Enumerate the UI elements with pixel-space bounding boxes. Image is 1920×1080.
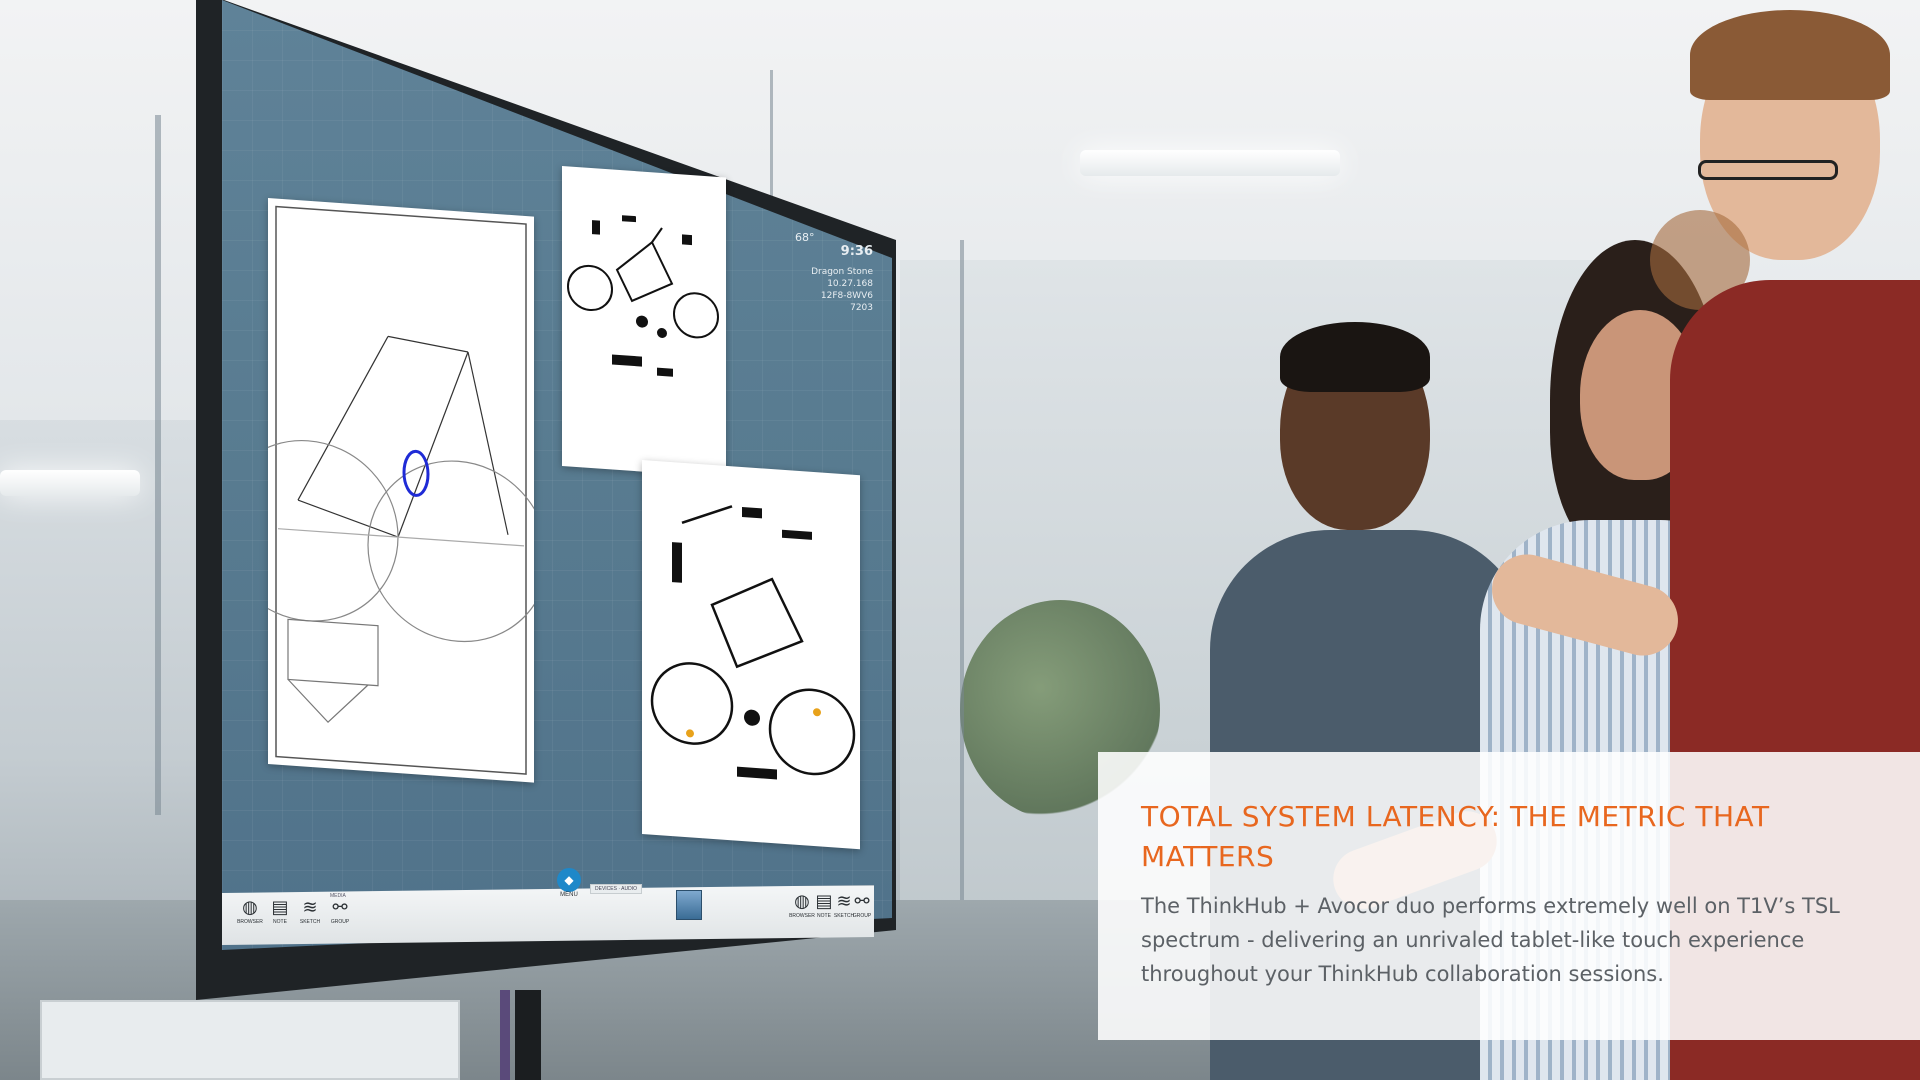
glass-wall-frame — [155, 115, 161, 815]
thinkhub-taskbar: ◍ BROWSER ▤ NOTE ≋ SKETCH ⚯ GROUP ◍ BROW… — [222, 885, 874, 945]
group-label: GROUP — [330, 919, 350, 925]
media-thumbnail[interactable] — [676, 890, 702, 920]
card-title: TOTAL SYSTEM LATENCY: THE METRIC THAT MA… — [1141, 800, 1770, 873]
bike-parts-drawing — [650, 505, 856, 780]
bike-parts-sheet-bottom[interactable] — [642, 460, 860, 850]
bike-blueprint-document[interactable] — [268, 198, 534, 783]
bike-parts-sheet-top[interactable] — [562, 166, 726, 478]
clock-readout: 9:36 — [840, 244, 873, 259]
display-stand — [515, 990, 541, 1080]
media-label: MEDIA — [330, 893, 346, 899]
shelf — [40, 1000, 460, 1080]
person-right-hair — [1690, 10, 1890, 100]
devices-audio-tabs[interactable]: DEVICES · AUDIO — [590, 884, 642, 894]
glasses-icon — [1698, 160, 1838, 180]
menu-label: MENU — [560, 892, 578, 898]
status-line: 10.27.168 — [827, 279, 873, 289]
bike-blueprint-drawing — [268, 205, 534, 775]
latency-info-card: TOTAL SYSTEM LATENCY: THE METRIC THAT MA… — [1098, 752, 1920, 1040]
card-body: The ThinkHub + Avocor duo performs extre… — [1141, 894, 1840, 986]
status-line: 12F8-8WV6 — [820, 291, 873, 301]
status-line: 7203 — [850, 303, 873, 313]
ceiling-light — [1080, 150, 1340, 176]
display-cable — [500, 990, 510, 1080]
group-icon: ⚯ — [332, 897, 348, 918]
temperature-readout: 68° — [795, 231, 815, 244]
person-left-hair — [1280, 322, 1430, 392]
ceiling-light — [0, 470, 140, 496]
menu-button[interactable]: ◆ MENU — [554, 868, 584, 928]
status-line: Dragon Stone — [811, 267, 873, 277]
bike-parts-drawing — [567, 215, 719, 377]
group-button[interactable]: ⚯ GROUP — [320, 898, 360, 926]
thinkhub-logo-icon: ◆ — [557, 868, 581, 892]
